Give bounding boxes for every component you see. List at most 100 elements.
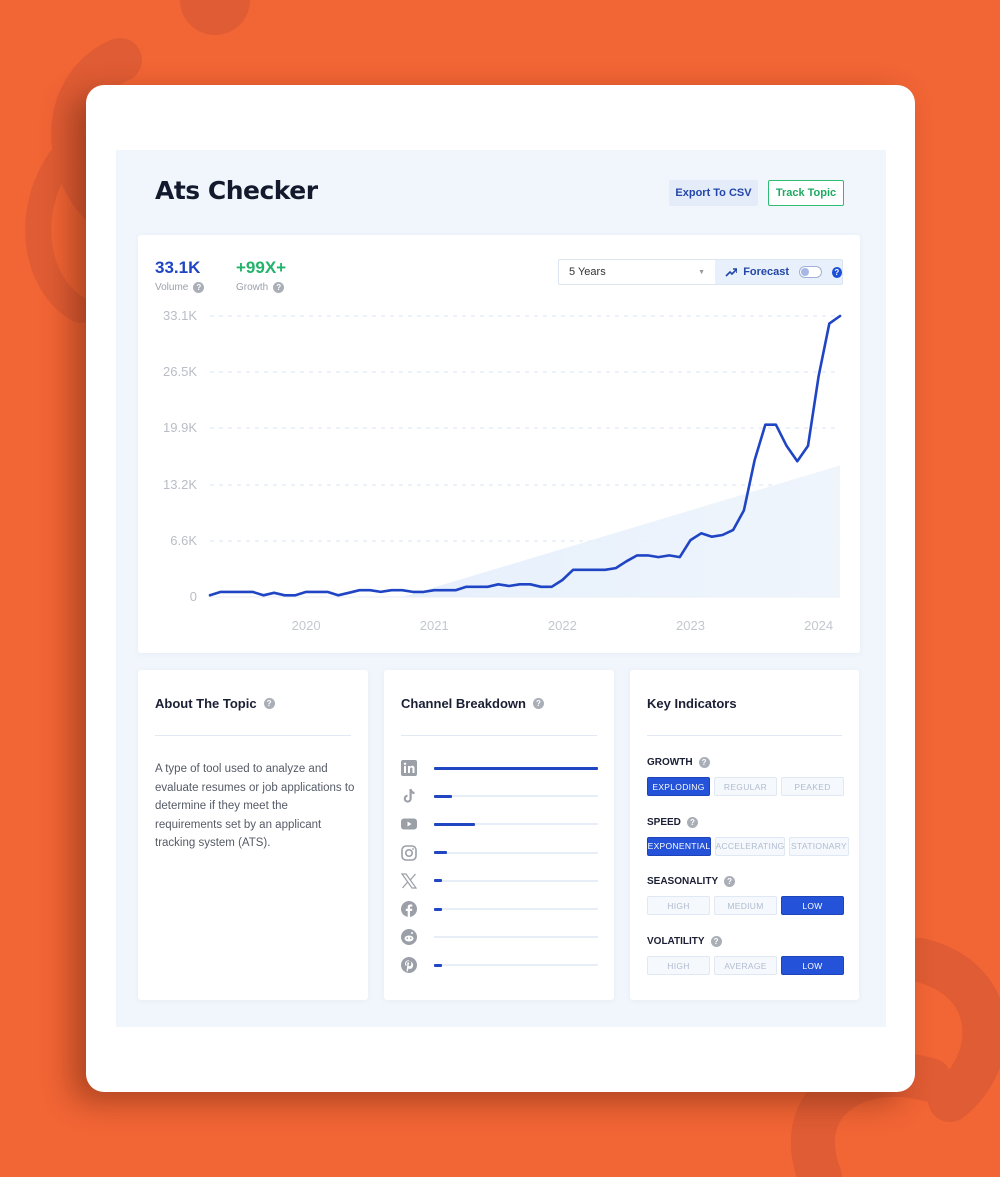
indicator-label-speed: SPEED? xyxy=(647,816,698,828)
indicator-label-text: VOLATILITY xyxy=(647,936,705,948)
caret-down-icon: ▼ xyxy=(698,269,705,276)
y-tick-label: 33.1K xyxy=(163,308,197,323)
channel-row-pinterest xyxy=(401,955,598,975)
indicators-title: Key Indicators xyxy=(647,696,737,711)
channel-bar-track xyxy=(434,907,598,911)
x-tick-label: 2024 xyxy=(804,618,833,633)
channel-row-instagram xyxy=(401,843,598,863)
youtube-icon xyxy=(401,816,417,832)
x-icon xyxy=(400,873,418,889)
indicator-option-low[interactable]: LOW xyxy=(781,956,844,976)
help-icon[interactable]: ? xyxy=(532,698,544,709)
reddit-icon xyxy=(401,929,417,946)
channel-bar-track xyxy=(434,766,598,770)
help-icon[interactable]: ? xyxy=(263,698,275,709)
pinterest-icon xyxy=(401,957,417,974)
y-tick-label: 13.2K xyxy=(163,477,197,492)
channel-row-facebook xyxy=(401,899,598,919)
help-icon[interactable]: ? xyxy=(193,282,205,293)
about-title: About The Topic ? xyxy=(155,696,275,711)
help-icon[interactable]: ? xyxy=(710,936,722,948)
help-icon[interactable]: ? xyxy=(698,757,710,768)
channel-title-text: Channel Breakdown xyxy=(401,696,526,711)
time-range-select[interactable]: 5 Years ▼ xyxy=(558,259,716,285)
help-icon[interactable]: ? xyxy=(273,282,285,293)
growth-label: Growth ? xyxy=(236,282,285,293)
channel-bar-fill xyxy=(434,907,443,911)
forecast-toggle[interactable] xyxy=(799,266,822,278)
growth-label-text: Growth xyxy=(236,282,269,293)
tiktok-icon xyxy=(401,788,417,804)
volume-label: Volume ? xyxy=(155,282,205,293)
y-tick-label: 26.5K xyxy=(163,364,197,379)
forecast-label: Forecast xyxy=(743,266,790,278)
indicator-option-stationary[interactable]: STATIONARY xyxy=(789,836,849,856)
x-tick-label: 2020 xyxy=(292,618,321,633)
linkedin-icon xyxy=(401,760,417,776)
help-icon[interactable]: ? xyxy=(686,816,698,828)
indicator-option-exponential[interactable]: EXPONENTIAL xyxy=(647,836,711,856)
indicator-option-high[interactable]: HIGH xyxy=(647,956,710,976)
channel-row-linkedin xyxy=(401,758,598,778)
channel-row-tiktok xyxy=(401,786,598,806)
y-tick-label: 19.9K xyxy=(163,420,197,435)
volume-label-text: Volume xyxy=(155,282,189,293)
x-tick-label: 2023 xyxy=(676,618,705,633)
indicator-label-volatility: VOLATILITY? xyxy=(647,936,722,948)
y-tick-label: 0 xyxy=(190,589,197,604)
chart-card: 0 6.6K 13.2K 19.9K 26.5K 33.1K 2020 2021 2022 202… xyxy=(138,235,860,653)
indicator-options-volatility: HIGH AVERAGE LOW xyxy=(647,956,844,976)
channel-bar-track xyxy=(434,963,598,967)
about-card: About The Topic ? A type of tool used to… xyxy=(138,670,368,1000)
help-icon[interactable]: ? xyxy=(724,876,736,888)
about-description: A type of tool used to analyze and evalu… xyxy=(155,763,355,849)
y-tick-label: 6.6K xyxy=(170,533,197,548)
indicator-label-text: GROWTH xyxy=(647,757,693,768)
indicator-option-medium[interactable]: MEDIUM xyxy=(714,896,777,916)
divider xyxy=(647,735,842,736)
divider xyxy=(155,735,351,736)
indicator-label-growth: GROWTH? xyxy=(647,757,710,768)
indicator-option-accelerating[interactable]: ACCELERATING xyxy=(715,836,785,856)
channel-row-x xyxy=(400,871,598,891)
export-csv-button[interactable]: Export To CSV xyxy=(669,180,758,206)
channel-bar-track xyxy=(434,822,598,826)
x-tick-label: 2022 xyxy=(548,618,577,633)
channel-bar-fill xyxy=(434,766,598,770)
track-topic-button[interactable]: Track Topic xyxy=(768,180,844,206)
channel-title: Channel Breakdown ? xyxy=(401,696,544,711)
channel-card: Channel Breakdown ? xyxy=(384,670,614,1000)
indicator-options-seasonality: HIGH MEDIUM LOW xyxy=(647,896,844,916)
indicator-option-high[interactable]: HIGH xyxy=(647,896,710,916)
divider xyxy=(401,735,597,736)
channel-bar-fill xyxy=(434,851,448,855)
facebook-icon xyxy=(401,901,417,917)
trend-up-icon xyxy=(725,267,738,277)
indicator-label-text: SPEED xyxy=(647,816,681,828)
channel-row-youtube xyxy=(401,814,598,834)
indicator-option-peaked[interactable]: PEAKED xyxy=(781,777,844,796)
help-icon[interactable]: ? xyxy=(831,266,842,278)
forecast-control: Forecast ? xyxy=(715,259,843,285)
channel-bar-track xyxy=(434,936,598,939)
channel-bar-fill xyxy=(434,963,443,967)
indicator-options-growth: EXPLODING REGULAR PEAKED xyxy=(647,777,844,796)
indicator-label-text: SEASONALITY xyxy=(647,876,719,888)
channel-bar-fill xyxy=(434,879,443,883)
about-title-text: About The Topic xyxy=(155,696,257,711)
indicator-option-average[interactable]: AVERAGE xyxy=(714,956,777,976)
channel-bar-fill xyxy=(434,794,453,798)
indicators-card: Key Indicators GROWTH? EXPLODING REGULAR PE… xyxy=(630,670,859,1000)
indicator-label-seasonality: SEASONALITY? xyxy=(647,876,736,888)
indicator-option-exploding[interactable]: EXPLODING xyxy=(647,777,710,796)
instagram-icon xyxy=(401,844,417,861)
volume-value: 33.1K xyxy=(155,258,201,277)
channel-bar-track xyxy=(434,879,598,883)
trend-band xyxy=(402,465,840,597)
growth-value: +99X+ xyxy=(236,258,287,277)
time-range-value: 5 Years xyxy=(569,266,606,278)
channel-row-reddit xyxy=(401,927,598,947)
channel-bar-track xyxy=(434,794,598,798)
indicator-option-regular[interactable]: REGULAR xyxy=(714,777,777,796)
indicator-option-low[interactable]: LOW xyxy=(781,896,844,916)
